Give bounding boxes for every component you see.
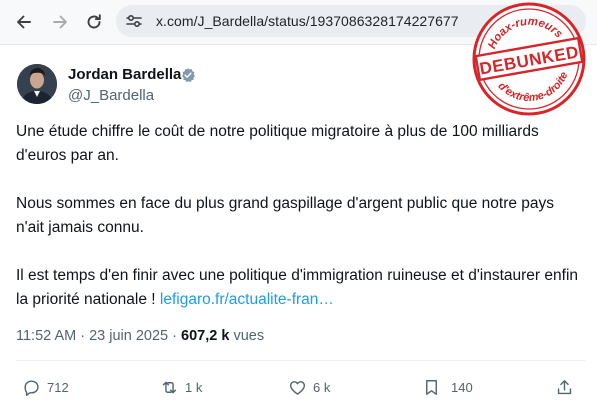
bookmark-count: 140 (451, 379, 473, 395)
views-label: vues (233, 328, 265, 344)
debunked-stamp: Hoax-rumeurs d'extrême-droite DEBUNKED (472, 2, 586, 116)
back-button[interactable] (14, 12, 34, 32)
repost-count: 1 k (185, 379, 203, 395)
tweet-paragraph: Une étude chiffre le coût de notre polit… (16, 123, 539, 164)
share-icon (557, 379, 572, 394)
author-handle[interactable]: @J_Bardella (68, 87, 154, 104)
url-text[interactable]: x.com/J_Bardella/status/1937086328174227… (156, 13, 459, 29)
tweet-time[interactable]: 11:52 AM (16, 328, 76, 344)
tweet-paragraph: Il est temps d'en finir avec une politiq… (16, 264, 586, 312)
reload-button[interactable] (84, 12, 104, 32)
tune-icon[interactable] (124, 11, 144, 31)
bookmark-button[interactable]: 140 (422, 377, 473, 397)
tweet-paragraph: Nous sommes en face du plus grand gaspil… (16, 195, 555, 236)
tweet-date[interactable]: 23 juin 2025 (89, 328, 168, 344)
share-button[interactable] (555, 377, 580, 397)
repost-button[interactable]: 1 k (160, 377, 202, 397)
arrow-right-icon (53, 15, 67, 29)
avatar[interactable] (17, 64, 57, 104)
divider (16, 360, 586, 361)
arrow-left-icon (17, 15, 31, 29)
meta-separator: · (80, 328, 86, 344)
reply-icon (24, 379, 39, 396)
article-link[interactable]: lefigaro.fr/actualite-fran… (160, 291, 334, 308)
reply-button[interactable]: 712 (22, 377, 69, 397)
views-count: 607,2 k (181, 328, 230, 344)
tweet-meta: 11:52 AM · 23 juin 2025 · 607,2 k vues (16, 328, 264, 344)
reload-icon (87, 14, 101, 29)
reply-count: 712 (47, 379, 69, 395)
meta-separator: · (172, 328, 177, 344)
heart-icon (289, 380, 306, 395)
tweet-text: Une étude chiffre le coût de notre polit… (16, 120, 586, 336)
forward-button[interactable] (50, 12, 70, 32)
repost-icon (162, 381, 177, 393)
like-count: 6 k (313, 379, 331, 395)
author-name[interactable]: Jordan Bardella (68, 66, 181, 83)
like-button[interactable]: 6 k (288, 377, 330, 397)
verified-badge-icon (182, 68, 195, 83)
bookmark-icon (426, 379, 437, 395)
